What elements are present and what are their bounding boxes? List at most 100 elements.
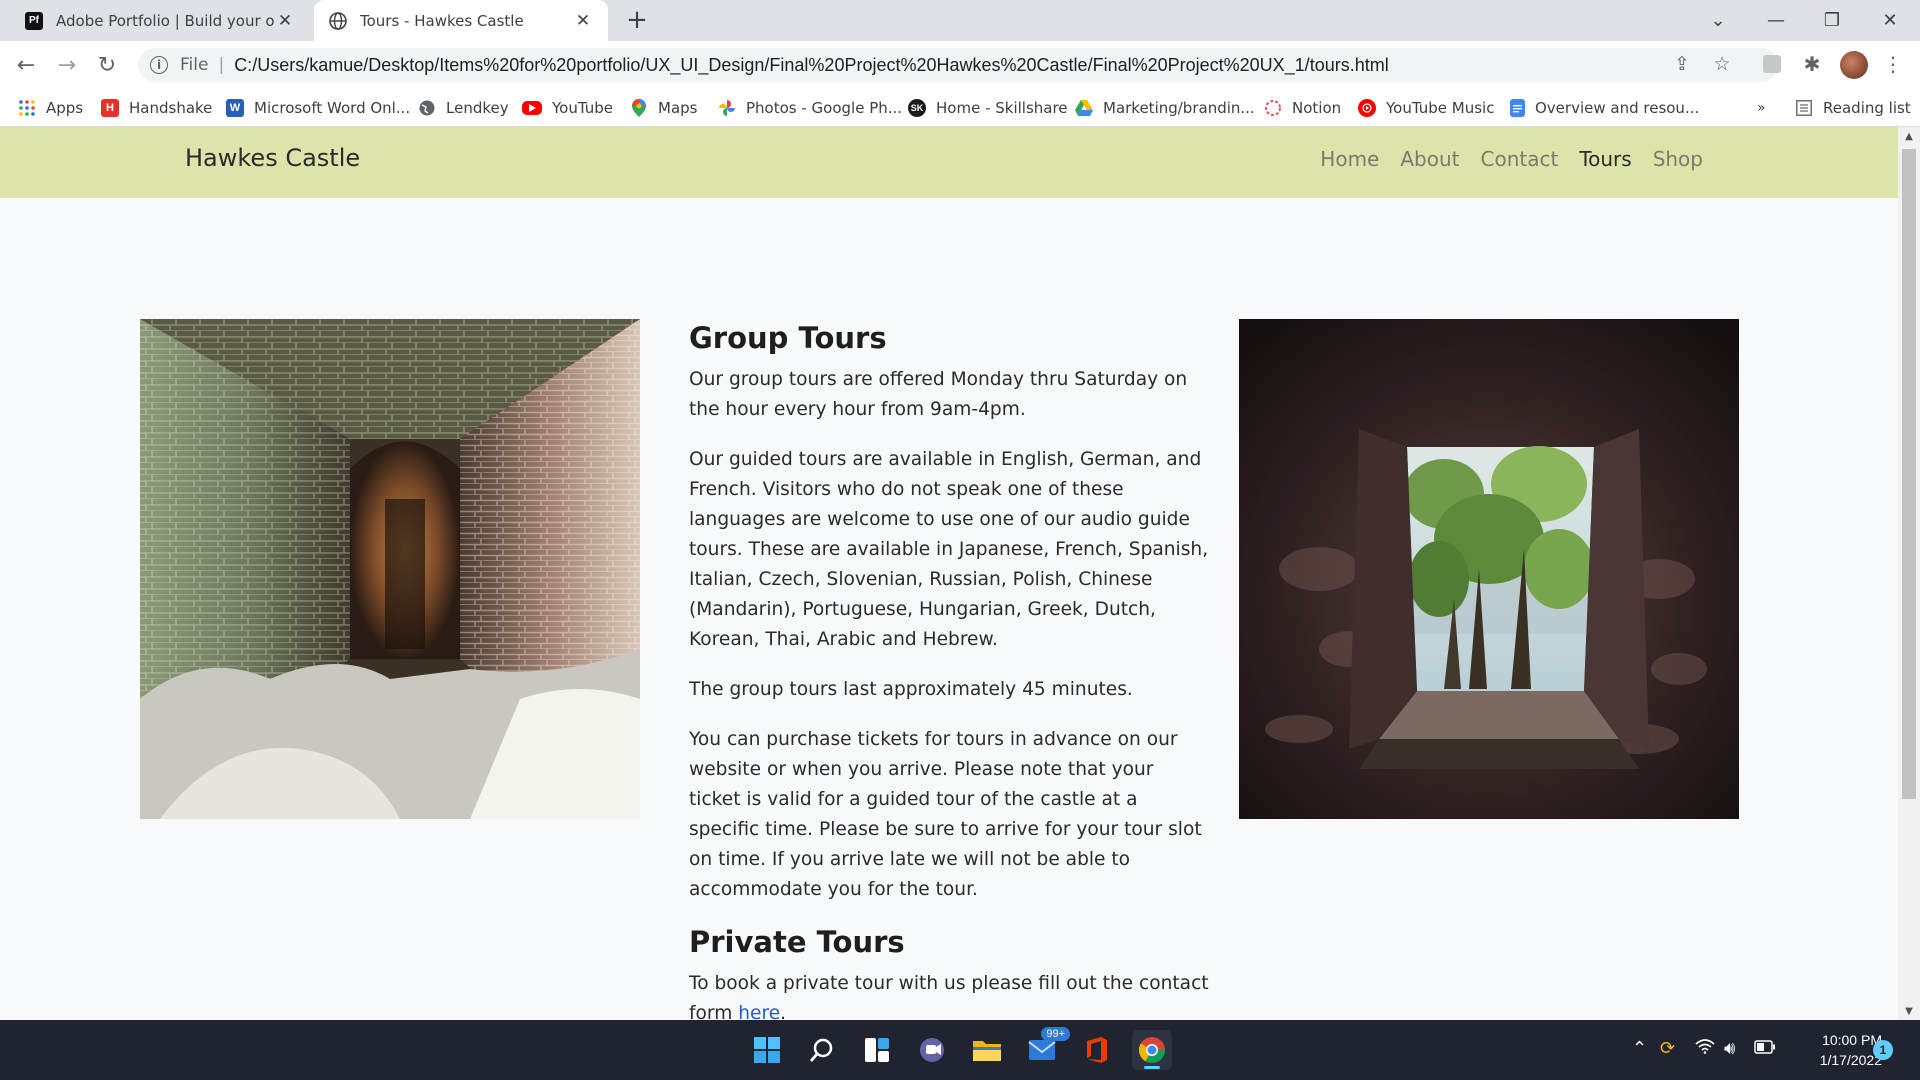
- reading-list-icon: [1795, 99, 1813, 117]
- group-tours-languages: Our guided tours are available in Englis…: [689, 449, 1209, 650]
- chrome-menu-icon[interactable]: ⋮: [1880, 51, 1906, 77]
- close-window-icon[interactable]: ✕: [1862, 0, 1918, 41]
- bookmark-label: Microsoft Word Onl...: [254, 99, 411, 117]
- bookmarks-bar: Apps H Handshake W Microsoft Word Onl...…: [0, 89, 1920, 127]
- wifi-icon[interactable]: [1695, 1038, 1715, 1059]
- bookmark-overview-resources[interactable]: Overview and resou...: [1510, 97, 1699, 119]
- forward-arrow-icon[interactable]: →: [51, 49, 83, 81]
- bookmark-label: Handshake: [129, 99, 213, 117]
- nav-shop[interactable]: Shop: [1653, 147, 1703, 171]
- bookmark-label: Maps: [658, 99, 698, 117]
- windows-start-icon[interactable]: [747, 1030, 787, 1070]
- restore-icon[interactable]: ❐: [1804, 0, 1860, 41]
- bookmark-marketing-branding[interactable]: Marketing/brandin...: [1075, 97, 1255, 119]
- address-bar[interactable]: i File | C:/Users/kamue/Desktop/Items%20…: [138, 48, 1778, 82]
- bookmark-skillshare[interactable]: SK Home - Skillshare: [908, 97, 1068, 119]
- reading-list-button[interactable]: Reading list: [1795, 97, 1911, 119]
- nav-about[interactable]: About: [1400, 147, 1459, 171]
- search-icon[interactable]: [802, 1030, 842, 1070]
- bookmark-maps[interactable]: Maps: [630, 97, 697, 119]
- globe-icon: [328, 11, 348, 31]
- site-info-icon[interactable]: i: [150, 56, 168, 74]
- bookmark-microsoft-word[interactable]: W Microsoft Word Onl...: [226, 97, 410, 119]
- group-tours-duration: The group tours last approximately 45 mi…: [689, 679, 1133, 700]
- bookmark-label: Lendkey: [446, 99, 509, 117]
- group-tours-schedule: Our group tours are offered Monday thru …: [689, 369, 1188, 420]
- scroll-down-arrow-icon[interactable]: ▼: [1898, 1002, 1920, 1020]
- bookmark-youtube[interactable]: YouTube: [522, 97, 613, 119]
- site-brand[interactable]: Hawkes Castle: [185, 144, 360, 172]
- bookmark-google-photos[interactable]: Photos - Google Ph...: [718, 97, 902, 119]
- skillshare-icon: SK: [908, 99, 926, 117]
- tab-title: Tours - Hawkes Castle: [360, 11, 524, 30]
- bookmark-label: Overview and resou...: [1535, 99, 1700, 117]
- nav-tours[interactable]: Tours: [1579, 147, 1631, 171]
- bookmark-label: YouTube: [552, 99, 613, 117]
- sync-icon[interactable]: ⟳: [1660, 1038, 1675, 1059]
- scroll-thumb[interactable]: [1902, 149, 1916, 799]
- apps-grid-icon: [18, 99, 36, 117]
- globe-icon: [418, 99, 436, 117]
- teams-chat-icon[interactable]: [912, 1030, 952, 1070]
- bookmark-label: YouTube Music: [1386, 99, 1495, 117]
- bookmark-label: Home - Skillshare: [936, 99, 1068, 117]
- url-text[interactable]: C:/Users/kamue/Desktop/Items%20for%20por…: [234, 55, 1389, 76]
- share-icon[interactable]: ⇪: [1668, 50, 1696, 78]
- volume-icon[interactable]: 🔊︎: [1724, 1038, 1735, 1059]
- handshake-icon: H: [101, 99, 119, 117]
- office-icon[interactable]: [1077, 1030, 1117, 1070]
- minimize-icon[interactable]: —: [1748, 0, 1804, 41]
- bookmark-youtube-music[interactable]: YouTube Music: [1358, 97, 1494, 119]
- bookmark-lendkey[interactable]: Lendkey: [418, 97, 509, 119]
- browser-tab-strip: Pf Adobe Portfolio | Build your own ✕ To…: [0, 0, 1920, 41]
- notion-icon: [1264, 99, 1282, 117]
- group-tours-tickets: You can purchase tickets for tours in ad…: [689, 729, 1202, 900]
- tab-tours-hawkes-castle[interactable]: Tours - Hawkes Castle ✕: [314, 0, 608, 41]
- tray-overflow-chevron-icon[interactable]: ⌃: [1632, 1038, 1647, 1059]
- more-bookmarks-button[interactable]: »: [1757, 97, 1766, 119]
- back-arrow-icon[interactable]: ←: [10, 49, 42, 81]
- extensions-puzzle-icon[interactable]: ✱: [1799, 51, 1825, 77]
- bookmark-notion[interactable]: Notion: [1264, 97, 1341, 119]
- scroll-up-arrow-icon[interactable]: ▲: [1898, 127, 1920, 145]
- reload-icon[interactable]: ↻: [91, 49, 123, 81]
- chrome-taskbar-icon[interactable]: [1132, 1030, 1172, 1070]
- mail-unread-badge: 99+: [1041, 1027, 1070, 1041]
- mail-icon[interactable]: 99+: [1022, 1027, 1070, 1070]
- tab-adobe-portfolio[interactable]: Pf Adobe Portfolio | Build your own ✕: [10, 0, 310, 41]
- bookmark-label: Photos - Google Ph...: [746, 99, 903, 117]
- profile-avatar[interactable]: [1840, 51, 1868, 79]
- browser-toolbar: ← → ↻ i File | C:/Users/kamue/Desktop/It…: [0, 41, 1920, 89]
- widgets-icon[interactable]: [857, 1030, 897, 1070]
- bookmark-handshake[interactable]: H Handshake: [101, 97, 212, 119]
- clock-time: 10:00 PM: [1822, 1032, 1882, 1048]
- bookmark-star-icon[interactable]: ☆: [1708, 50, 1736, 78]
- close-tab-icon[interactable]: ✕: [572, 11, 594, 31]
- scheme-label: File: [180, 55, 209, 75]
- docs-icon: [1510, 99, 1525, 117]
- bookmark-apps[interactable]: Apps: [18, 97, 83, 119]
- file-explorer-icon[interactable]: [967, 1030, 1007, 1070]
- contact-form-link[interactable]: here: [738, 1003, 780, 1020]
- tab-search-chevron-icon[interactable]: ⌄: [1690, 0, 1746, 41]
- tours-content: Group Tours Our group tours are offered …: [689, 319, 1209, 1020]
- notification-count-badge[interactable]: 1: [1873, 1040, 1893, 1060]
- nav-home[interactable]: Home: [1320, 147, 1379, 171]
- youtube-icon: [522, 101, 542, 115]
- group-tours-heading: Group Tours: [689, 321, 887, 355]
- address-separator: |: [218, 55, 225, 75]
- page-scrollbar[interactable]: ▲ ▼: [1898, 127, 1920, 1020]
- castle-window-photo: [1239, 319, 1739, 819]
- nav-contact[interactable]: Contact: [1481, 147, 1559, 171]
- word-icon: W: [226, 99, 244, 117]
- photos-pinwheel-icon: [718, 99, 736, 117]
- youtube-music-icon: [1358, 99, 1376, 117]
- site-nav-links: Home About Contact Tours Shop: [1320, 147, 1703, 171]
- close-tab-icon[interactable]: ✕: [274, 11, 296, 31]
- tab-title: Adobe Portfolio | Build your own: [56, 11, 274, 30]
- extension-icon[interactable]: [1759, 51, 1785, 77]
- new-tab-button[interactable]: +: [622, 5, 652, 35]
- system-clock[interactable]: 10:00 PM 1/17/2022: [1772, 1030, 1882, 1070]
- bookmark-label: Notion: [1292, 99, 1342, 117]
- bookmark-label: Marketing/brandin...: [1103, 99, 1255, 117]
